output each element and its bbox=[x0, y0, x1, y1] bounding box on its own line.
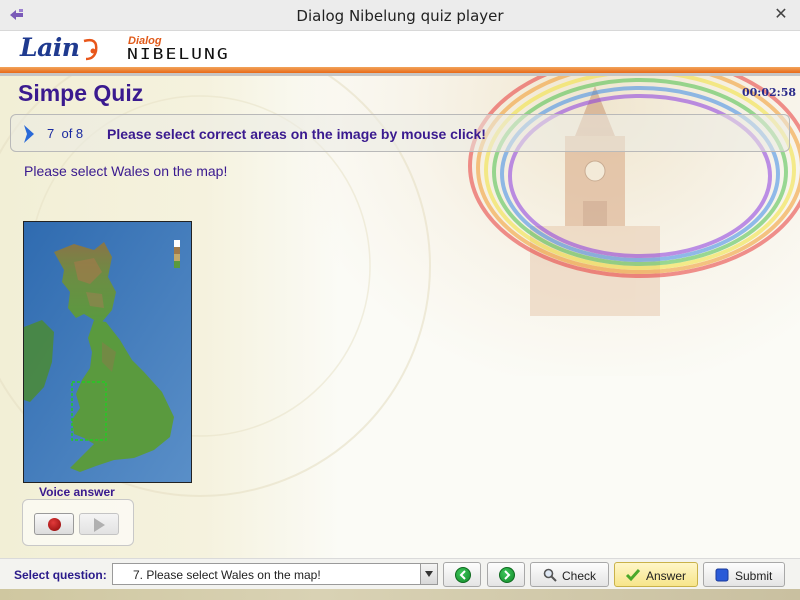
question-total: of 8 bbox=[61, 126, 84, 141]
voice-answer-panel bbox=[22, 499, 134, 546]
lain-logo: Lain bbox=[20, 33, 80, 62]
quiz-content-area: Simpe Quiz 00:02:58 7 of 8 Please select… bbox=[0, 76, 800, 558]
check-button[interactable]: Check bbox=[530, 562, 609, 587]
play-icon bbox=[94, 518, 105, 532]
previous-question-button[interactable] bbox=[443, 562, 481, 587]
window-title: Dialog Nibelung quiz player bbox=[296, 7, 504, 25]
magnifier-icon bbox=[543, 568, 557, 582]
question-prompt: Please select correct areas on the image… bbox=[107, 126, 486, 142]
question-instruction: Please select Wales on the map! bbox=[24, 163, 228, 179]
chevron-down-icon[interactable] bbox=[420, 564, 437, 584]
select-question-label: Select question: bbox=[14, 568, 107, 582]
check-button-label: Check bbox=[562, 569, 597, 583]
selected-question-value: 7. Please select Wales on the map! bbox=[133, 568, 321, 582]
forward-arrow-icon bbox=[499, 567, 515, 583]
play-button[interactable] bbox=[79, 513, 119, 535]
submit-button-label: Submit bbox=[735, 569, 773, 583]
uk-map-image[interactable] bbox=[23, 221, 192, 483]
chevron-right-icon bbox=[24, 125, 34, 143]
close-window-button[interactable]: ✕ bbox=[770, 6, 792, 24]
question-select-dropdown[interactable]: 7. Please select Wales on the map! bbox=[112, 563, 438, 585]
submit-button[interactable]: Submit bbox=[703, 562, 785, 587]
answer-button-label: Answer bbox=[646, 569, 687, 583]
question-number: 7 bbox=[47, 126, 55, 141]
uk-relief-map[interactable] bbox=[24, 222, 192, 483]
record-icon bbox=[48, 518, 61, 531]
nibelung-logo-text: NIBELUNG bbox=[127, 45, 230, 64]
answer-button[interactable]: Answer bbox=[614, 562, 698, 587]
next-question-button[interactable] bbox=[487, 562, 525, 587]
record-button[interactable] bbox=[34, 513, 74, 535]
checkmark-icon bbox=[625, 569, 641, 582]
quiz-title: Simpe Quiz bbox=[18, 80, 144, 106]
question-bar: 7 of 8 Please select correct areas on th… bbox=[10, 114, 790, 152]
question-counter: 7 of 8 bbox=[47, 126, 83, 141]
quiz-timer: 00:02:58 bbox=[742, 86, 797, 99]
logo-header: Lain Dialog NIBELUNG bbox=[0, 31, 800, 68]
lain-logo-swoosh-icon bbox=[83, 38, 98, 61]
submit-square-icon bbox=[715, 568, 729, 582]
window-titlebar: Dialog Nibelung quiz player ✕ bbox=[0, 0, 800, 31]
back-arrow-icon bbox=[455, 567, 471, 583]
voice-answer-label: Voice answer bbox=[39, 485, 115, 499]
bottom-decorative-stripe bbox=[0, 589, 800, 600]
